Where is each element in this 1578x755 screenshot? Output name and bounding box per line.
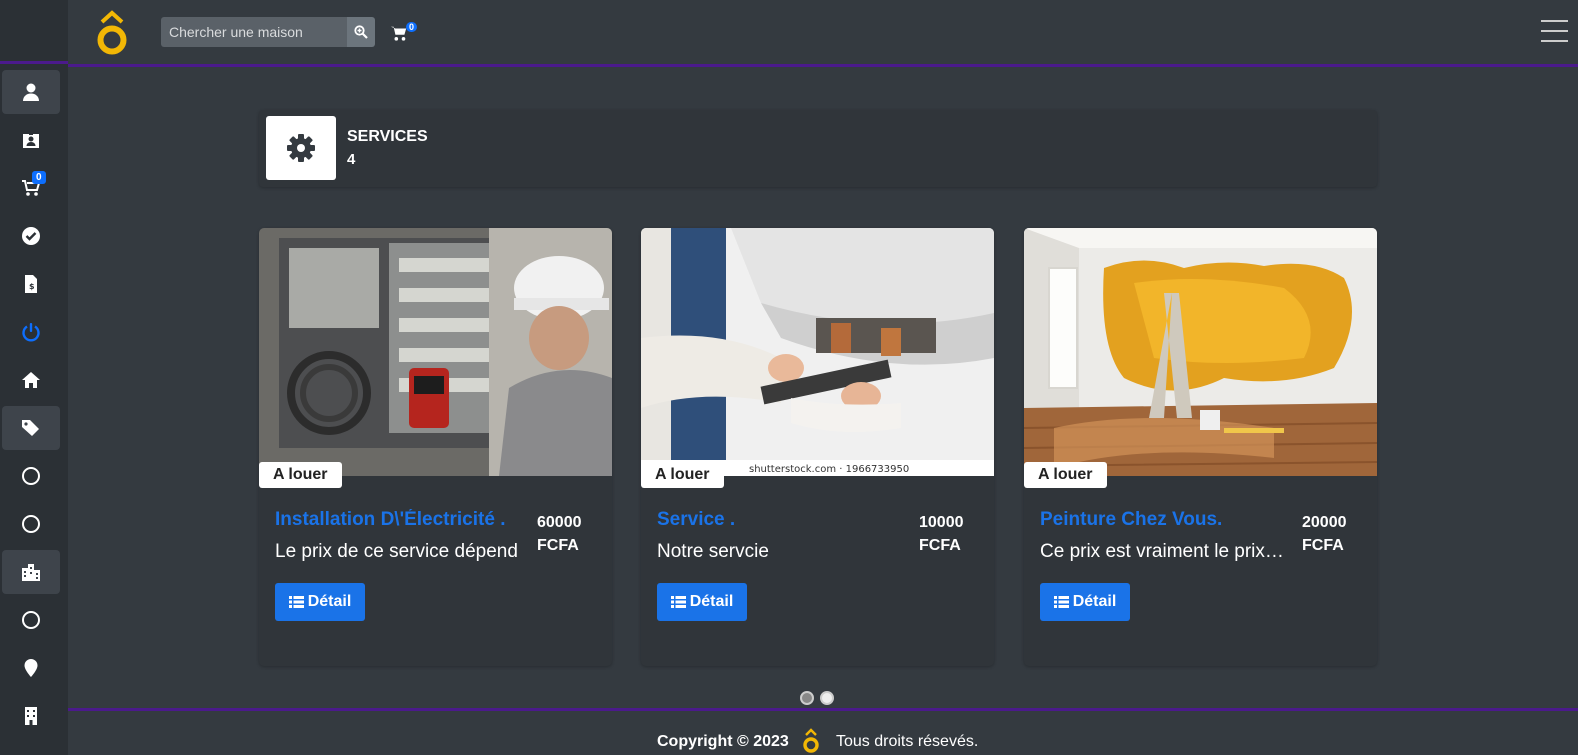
map-marker-icon (24, 659, 38, 677)
card-title[interactable]: Peinture Chez Vous. (1040, 509, 1290, 531)
services-icon-box (266, 116, 336, 180)
tags-icon (22, 420, 39, 436)
header-cart[interactable]: 0 (390, 22, 420, 44)
price-amount: 20000 (1302, 514, 1347, 531)
hamburger-line (1541, 40, 1568, 42)
sidebar-divider (0, 61, 68, 64)
sidebar-item-invoice[interactable]: $ (2, 262, 60, 306)
sidebar-item-circle-2[interactable] (2, 502, 60, 546)
city-icon (22, 564, 40, 581)
hamburger-line (1541, 30, 1568, 32)
cart-badge: 0 (406, 22, 418, 32)
sidebar-item-logout[interactable] (2, 310, 60, 354)
services-summary: SERVICES 4 (259, 110, 1377, 187)
sidebar-item-home[interactable] (2, 358, 60, 402)
footer-rights: Tous droits résevés. (836, 733, 979, 750)
card-title[interactable]: Installation D\'Électricité . (275, 509, 525, 531)
price-amount: 10000 (919, 514, 964, 531)
sidebar-cart-badge: 0 (32, 171, 46, 184)
sidebar-item-tags[interactable] (2, 406, 60, 450)
price-currency: FCFA (537, 537, 579, 554)
card-image-technician: shutterstock.com · 1966733950 (641, 228, 994, 476)
menu-toggle-button[interactable] (1541, 20, 1568, 44)
carousel-dot-2[interactable] (820, 691, 834, 705)
card-price: 60000 FCFA (537, 511, 582, 557)
card-image-electrician (259, 228, 612, 476)
list-icon (288, 596, 304, 608)
sidebar-item-profile[interactable] (2, 70, 60, 114)
availability-tag: A louer (641, 462, 724, 488)
footer-copyright: Copyright © 2023 (657, 733, 789, 750)
list-icon (1053, 596, 1069, 608)
card-title[interactable]: Service . (657, 509, 907, 531)
price-currency: FCFA (919, 537, 961, 554)
sidebar-item-id-card[interactable] (2, 118, 60, 162)
sidebar-item-cart[interactable]: 0 (2, 166, 60, 210)
search-input[interactable] (161, 17, 347, 47)
availability-tag: A louer (1024, 462, 1107, 488)
circle-icon (22, 515, 40, 533)
service-card: A louer Installation D\'Électricité . Le… (259, 228, 612, 666)
sidebar-item-circle-1[interactable] (2, 454, 60, 498)
search-button[interactable] (347, 17, 375, 47)
sidebar-item-location[interactable] (2, 646, 60, 690)
detail-button[interactable]: Détail (1040, 583, 1130, 621)
detail-button[interactable]: Détail (275, 583, 365, 621)
price-amount: 60000 (537, 514, 582, 531)
services-count: 4 (347, 151, 356, 168)
card-image-painted-room (1024, 228, 1377, 476)
services-title: SERVICES (347, 128, 428, 145)
availability-tag: A louer (259, 462, 342, 488)
detail-button-label: Détail (307, 593, 352, 610)
sidebar-item-city[interactable] (2, 550, 60, 594)
price-currency: FCFA (1302, 537, 1344, 554)
building-icon (25, 707, 37, 725)
service-card: A louer Peinture Chez Vous. Ce prix est … (1024, 228, 1377, 666)
gear-icon (287, 134, 315, 162)
invoice-icon: $ (25, 275, 37, 293)
detail-button-label: Détail (1072, 593, 1117, 610)
hamburger-line (1541, 20, 1568, 22)
svg-text:$: $ (29, 282, 35, 291)
card-description: Ce prix est vraiment le prix final (1040, 541, 1288, 562)
sidebar-item-validated[interactable] (2, 214, 60, 258)
power-icon (22, 323, 40, 342)
id-card-icon (23, 131, 39, 148)
home-icon (22, 372, 40, 388)
card-description: Notre servcie (657, 541, 769, 562)
brand-logo[interactable] (95, 10, 129, 56)
carousel-dot-1[interactable] (800, 691, 814, 705)
card-description: Le prix de ce service dépend (275, 541, 518, 562)
sidebar-item-building[interactable] (2, 694, 60, 738)
top-header: 0 (68, 0, 1578, 67)
service-card: shutterstock.com · 1966733950 A louer Se… (641, 228, 994, 666)
list-icon (670, 596, 686, 608)
search-bar (161, 17, 375, 47)
detail-button-label: Détail (689, 593, 734, 610)
carousel-indicators (800, 691, 834, 705)
footer-logo (803, 728, 819, 753)
check-circle-icon (22, 227, 40, 245)
card-price: 10000 FCFA (919, 511, 964, 557)
circle-icon (22, 467, 40, 485)
sidebar: 0 $ (0, 0, 68, 755)
detail-button[interactable]: Détail (657, 583, 747, 621)
sidebar-item-circle-3[interactable] (2, 598, 60, 642)
footer: Copyright © 2023 Tous droits résevés. (68, 708, 1578, 755)
image-watermark: shutterstock.com · 1966733950 (749, 464, 909, 475)
search-icon (354, 25, 368, 39)
card-price: 20000 FCFA (1302, 511, 1347, 557)
user-icon (23, 83, 39, 101)
circle-icon (22, 611, 40, 629)
